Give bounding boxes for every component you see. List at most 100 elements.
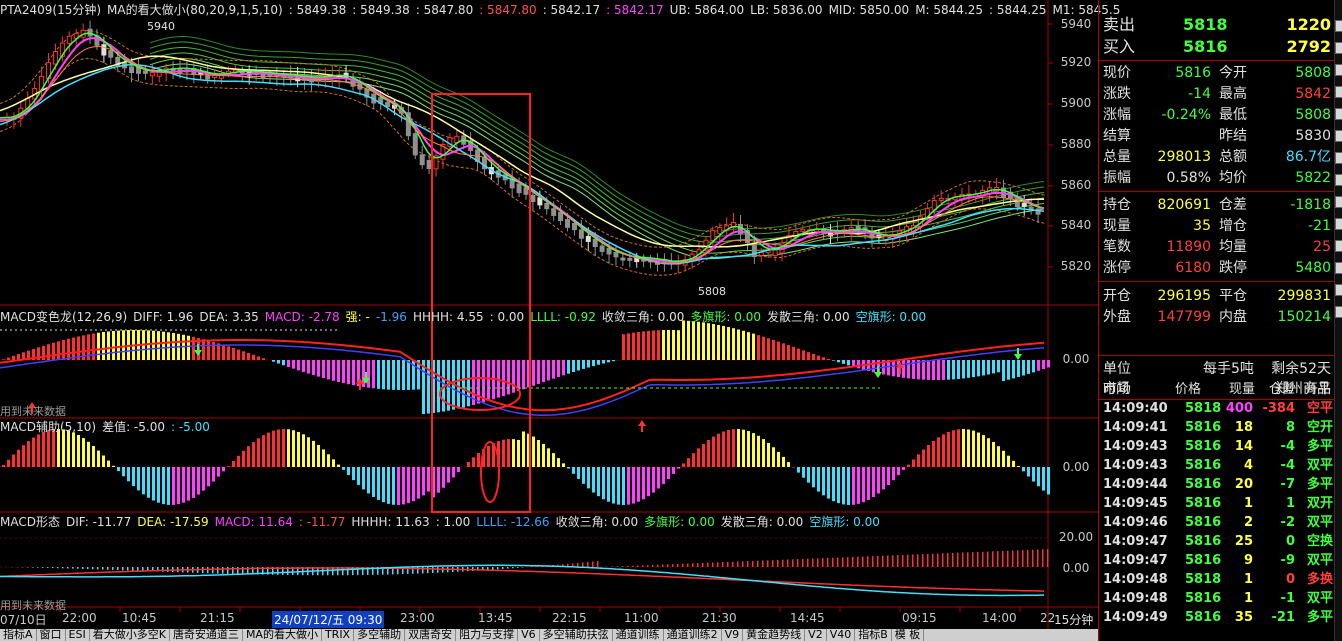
- toolbar-button[interactable]: [1335, 262, 1342, 274]
- pattern-bar: [697, 563, 699, 567]
- quote-label: 仓差: [1219, 197, 1247, 213]
- quote-value: 5830: [1295, 128, 1331, 144]
- macd-bar: [327, 360, 330, 380]
- tick-price: 5816: [1185, 591, 1222, 606]
- aux-bar: [832, 467, 835, 502]
- indicator-tab[interactable]: TRIX: [322, 629, 355, 641]
- aux-bar: [322, 449, 325, 467]
- indicator-tab[interactable]: 唐奇安通道三: [170, 629, 243, 641]
- time-axis-label: 07/10日: [0, 613, 47, 627]
- indicator-tab[interactable]: V40: [827, 629, 856, 641]
- tick-row[interactable]: 14:09:47 5816 25 0 空换: [1099, 532, 1335, 551]
- indicator-tab[interactable]: 窗口: [37, 629, 66, 641]
- indicator-value: MACD辅助(5,10): [0, 420, 97, 434]
- toolbar-button[interactable]: [1335, 42, 1342, 54]
- quote-label: 涨跌: [1103, 86, 1131, 102]
- main-indicator-header: PTA2409(15分钟) MA的看大做小(80,20,9,1,5,10): 58…: [0, 2, 1126, 18]
- indicator-tab[interactable]: 指标A: [0, 629, 37, 641]
- indicator-tab[interactable]: 多空辅助: [354, 629, 406, 641]
- indicator-tab[interactable]: ESI: [66, 629, 90, 641]
- col-oi-change: 仓差: [1269, 382, 1296, 397]
- quote-value: 150214: [1277, 309, 1331, 325]
- tick-type: 双平: [1306, 591, 1333, 606]
- aux-bar: [507, 439, 510, 467]
- toolbar-button[interactable]: [1335, 306, 1342, 318]
- indicator-tab[interactable]: 双唐奇安: [405, 629, 457, 641]
- candle-body: [516, 183, 522, 194]
- tick-row[interactable]: 14:09:47 5816 9 -9 双平: [1099, 551, 1335, 570]
- toolbar-button[interactable]: [1335, 174, 1342, 186]
- pattern-bar: [1037, 549, 1039, 567]
- tick-row[interactable]: 14:09:49 5816 35 -21 多平: [1099, 608, 1335, 627]
- macd-bar: [767, 338, 770, 360]
- pattern-bar: [167, 567, 169, 572]
- indicator-tab[interactable]: MA的看大做小: [243, 629, 322, 641]
- indicator-tab[interactable]: 模 板: [892, 629, 925, 641]
- pattern-bar: [427, 567, 429, 574]
- tick-row[interactable]: 14:09:48 5816 1 -1 双平: [1099, 589, 1335, 608]
- tick-row[interactable]: 14:09:46 5816 2 -2 双平: [1099, 513, 1335, 532]
- toolbar-button[interactable]: [1335, 284, 1342, 296]
- pattern-bar: [917, 554, 919, 567]
- macd-bar: [962, 360, 965, 379]
- toolbar-button[interactable]: [1335, 86, 1342, 98]
- macd-bar: [342, 360, 345, 384]
- toolbar-button[interactable]: [1335, 152, 1342, 164]
- aux-bar: [472, 457, 475, 467]
- aux-bar: [657, 467, 660, 489]
- aux-bar: [477, 452, 480, 467]
- toolbar-button[interactable]: [1335, 218, 1342, 230]
- macd-bar: [227, 346, 230, 360]
- period-label[interactable]: 15分钟: [1054, 611, 1093, 628]
- tick-row[interactable]: 14:09:48 5818 1 0 多换: [1099, 570, 1335, 589]
- pattern-bar: [747, 561, 749, 567]
- indicator-tab[interactable]: V9: [722, 629, 744, 641]
- sell-price[interactable]: 5818: [1183, 14, 1228, 36]
- indicator-tab[interactable]: 黄金趋势线: [743, 629, 806, 641]
- buy-price[interactable]: 5816: [1183, 36, 1228, 58]
- macd-bar: [932, 360, 935, 380]
- indicator-tab[interactable]: 通道训练: [613, 629, 664, 641]
- quote-label: 涨幅: [1103, 107, 1131, 123]
- indicator-tab[interactable]: 多空辅助扶弦: [540, 629, 613, 641]
- tick-oi-change: -9: [1280, 553, 1295, 568]
- tick-oi-change: 0: [1285, 572, 1295, 587]
- macd-bar: [517, 360, 520, 391]
- tick-row[interactable]: 14:09:41 5816 18 8 空开: [1099, 418, 1335, 437]
- tick-row[interactable]: 14:09:44 5816 20 -7 多平: [1099, 475, 1335, 494]
- pattern-bar: [642, 565, 644, 567]
- indicator-tab[interactable]: 看大做小多空K: [90, 629, 170, 641]
- aux-bar: [557, 458, 560, 467]
- toolbar-button[interactable]: [1335, 196, 1342, 208]
- macd-bar: [332, 360, 335, 381]
- macd-bar: [757, 335, 760, 360]
- toolbar-button[interactable]: [1335, 20, 1342, 32]
- indicator-tab[interactable]: V2: [805, 629, 827, 641]
- indicator-tab[interactable]: V6: [518, 629, 540, 641]
- indicator-tab[interactable]: 阻力与支撑: [456, 629, 519, 641]
- toolbar-button[interactable]: [1335, 130, 1342, 142]
- toolbar-button[interactable]: [1335, 108, 1342, 120]
- pattern-bar: [922, 554, 924, 567]
- indicator-tab[interactable]: 指标B: [855, 629, 892, 641]
- quote-row: 外盘 147799 内盘 150214: [1099, 307, 1335, 328]
- indicator-tab[interactable]: 通道训练2: [664, 629, 722, 641]
- tick-row[interactable]: 14:09:43 5816 4 -4 双平: [1099, 456, 1335, 475]
- toolbar-button[interactable]: [1335, 240, 1342, 252]
- aux-bar: [922, 449, 925, 467]
- aux-bar: [392, 467, 395, 505]
- macd-bar: [847, 360, 850, 366]
- tick-time: 14:09:43: [1103, 458, 1168, 473]
- macd-bar: [687, 320, 690, 360]
- pattern-bar: [497, 567, 499, 570]
- aux-bar: [707, 440, 710, 467]
- tick-row[interactable]: 14:09:45 5816 1 1 双开: [1099, 494, 1335, 513]
- aux-bar: [987, 438, 990, 467]
- tick-row[interactable]: 14:09:43 5816 14 -4 多平: [1099, 437, 1335, 456]
- macd-bar: [992, 360, 995, 374]
- buy-label: 买入: [1103, 37, 1136, 56]
- tick-row[interactable]: 14:09:40 5818 400 -384 空平: [1099, 399, 1335, 418]
- indicator-value: : 5842.17: [606, 3, 664, 17]
- toolbar-button[interactable]: [1335, 64, 1342, 76]
- macd-bar: [967, 360, 970, 378]
